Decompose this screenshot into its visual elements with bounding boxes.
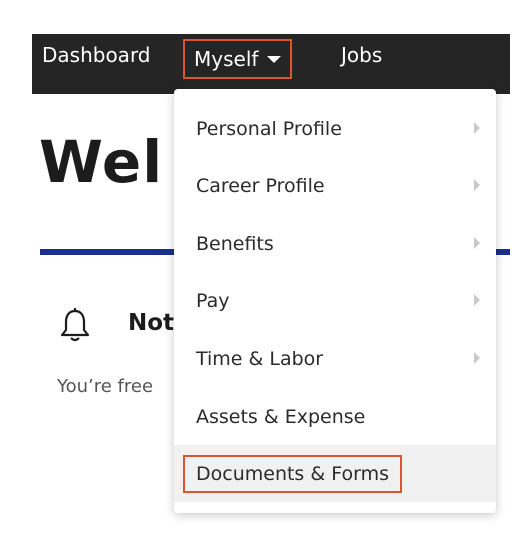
menu-item-label: Assets & Expense: [196, 405, 366, 428]
nav-dashboard[interactable]: Dashboard: [42, 34, 151, 94]
chevron-right-icon: [474, 121, 480, 134]
menu-item-career-profile[interactable]: Career Profile: [174, 157, 496, 214]
chevron-right-icon: [474, 236, 480, 249]
myself-dropdown-menu: Personal Profile Career Profile Benefits…: [174, 89, 496, 513]
menu-item-documents-forms[interactable]: Documents & Forms: [174, 445, 496, 502]
menu-item-label: Personal Profile: [196, 117, 342, 140]
menu-item-label: Pay: [196, 289, 230, 312]
menu-item-label: Career Profile: [196, 174, 325, 197]
menu-item-label: Documents & Forms: [183, 454, 402, 493]
chevron-right-icon: [474, 178, 480, 191]
caret-down-icon: [267, 55, 282, 63]
nav-myself-label: Myself: [194, 47, 259, 71]
menu-item-assets-expense[interactable]: Assets & Expense: [174, 388, 496, 445]
nav-jobs[interactable]: Jobs: [341, 34, 382, 94]
menu-item-label: Benefits: [196, 232, 274, 255]
chevron-right-icon: [474, 293, 480, 306]
menu-item-personal-profile[interactable]: Personal Profile: [174, 100, 496, 157]
nav-myself[interactable]: Myself: [183, 39, 293, 79]
chevron-right-icon: [474, 351, 480, 364]
bell-icon: [60, 308, 90, 342]
menu-item-label: Time & Labor: [196, 347, 324, 370]
notifications-title: Not: [128, 310, 175, 336]
notifications-empty-text: You’re free: [57, 376, 154, 397]
menu-item-benefits[interactable]: Benefits: [174, 215, 496, 272]
welcome-heading: Wel: [39, 128, 164, 196]
menu-item-time-labor[interactable]: Time & Labor: [174, 330, 496, 387]
top-nav-bar: Dashboard Myself Jobs: [32, 34, 510, 94]
menu-item-pay[interactable]: Pay: [174, 272, 496, 329]
